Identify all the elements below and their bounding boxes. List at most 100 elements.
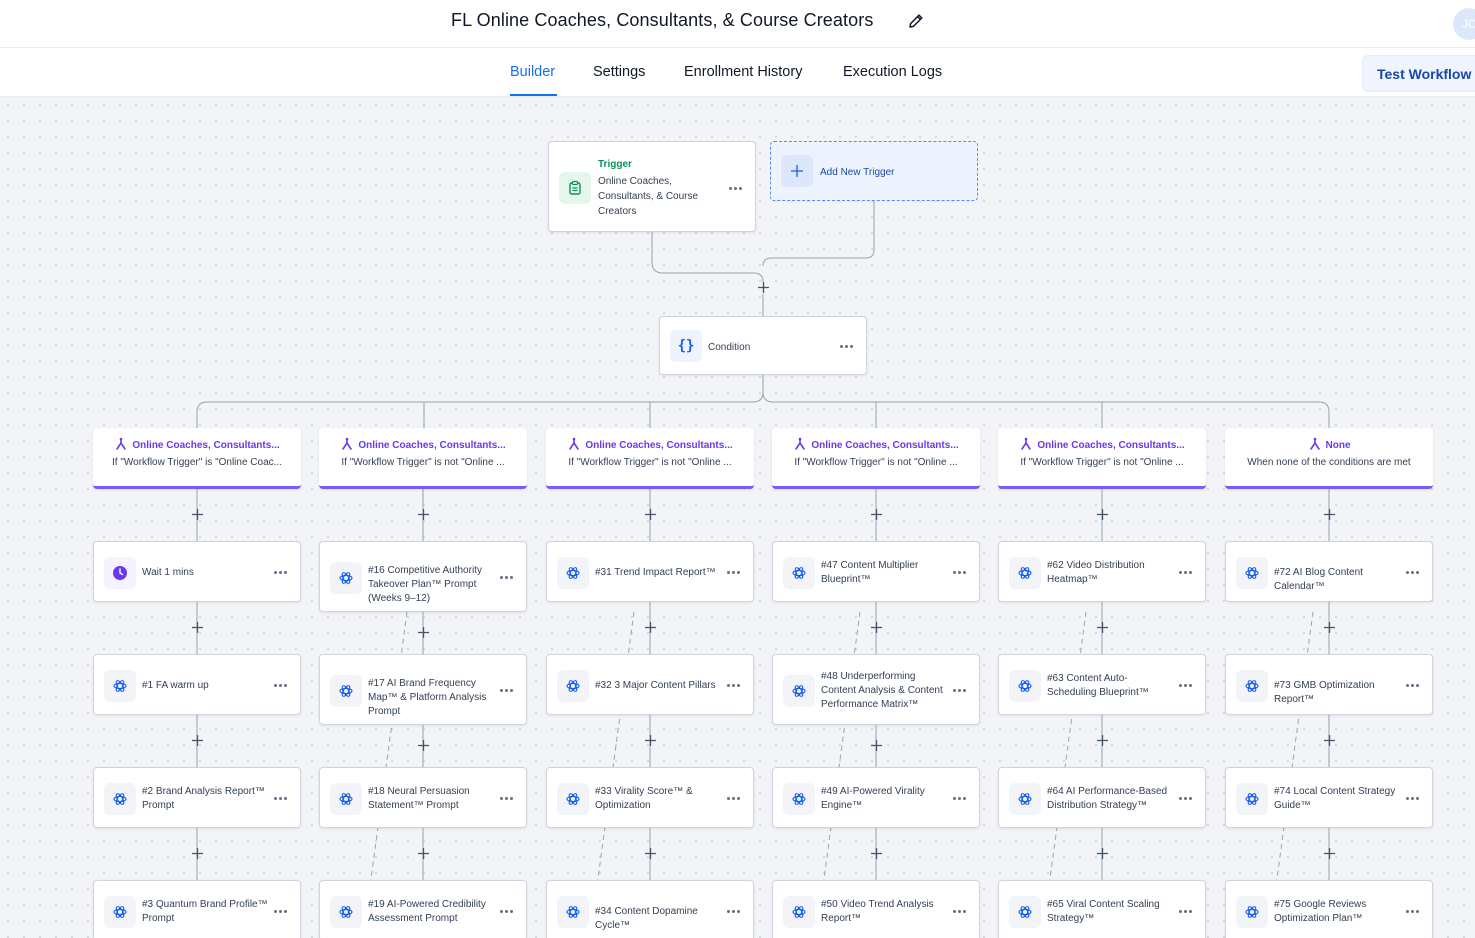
wait-action-node[interactable]: Wait 1 mins — [93, 541, 301, 602]
tab-builder[interactable]: Builder — [510, 64, 555, 80]
add-step-plus-icon[interactable] — [418, 848, 429, 859]
more-options-icon[interactable] — [500, 689, 514, 693]
trigger-node[interactable]: Trigger Online Coaches, Consultants, & C… — [548, 141, 756, 232]
more-options-icon[interactable] — [727, 910, 741, 914]
action-node[interactable]: #2 Brand Analysis Report™ Prompt — [93, 767, 301, 828]
tab-execution-logs[interactable]: Execution Logs — [843, 64, 942, 80]
add-step-plus-icon[interactable] — [1097, 848, 1108, 859]
branch-node[interactable]: Online Coaches, Consultants... If "Workfl… — [546, 428, 754, 489]
action-node[interactable]: #1 FA warm up — [93, 654, 301, 715]
more-options-icon[interactable] — [729, 187, 743, 191]
action-node[interactable]: #65 Viral Content Scaling Strategy™ — [998, 880, 1206, 938]
branch-node[interactable]: Online Coaches, Consultants... If "Workfl… — [319, 428, 527, 489]
branch-node[interactable]: None When none of the conditions are met — [1225, 428, 1433, 489]
more-options-icon[interactable] — [953, 910, 967, 914]
add-step-plus-icon[interactable] — [1324, 622, 1335, 633]
add-step-plus-icon[interactable] — [871, 740, 882, 751]
action-node[interactable]: #64 AI Performance-Based Distribution St… — [998, 767, 1206, 828]
add-step-plus-icon[interactable] — [1097, 622, 1108, 633]
more-options-icon[interactable] — [840, 345, 854, 349]
action-node[interactable]: #75 Google Reviews Optimization Plan™ — [1225, 880, 1433, 938]
action-node[interactable]: #31 Trend Impact Report™ — [546, 541, 754, 602]
more-options-icon[interactable] — [1179, 910, 1193, 914]
action-node[interactable]: #17 AI Brand Frequency Map™ & Platform A… — [319, 654, 527, 725]
action-node[interactable]: #16 Competitive Authority Takeover Plan™… — [319, 541, 527, 612]
openai-icon — [104, 896, 136, 928]
more-options-icon[interactable] — [274, 797, 288, 801]
action-node[interactable]: #63 Content Auto-Scheduling Blueprint™ — [998, 654, 1206, 715]
more-options-icon[interactable] — [500, 910, 514, 914]
more-options-icon[interactable] — [727, 571, 741, 575]
add-step-plus-icon[interactable] — [871, 509, 882, 520]
user-avatar[interactable]: JC — [1453, 8, 1475, 40]
test-workflow-button[interactable]: Test Workflow — [1362, 55, 1475, 92]
more-options-icon[interactable] — [1179, 571, 1193, 575]
add-step-plus-icon[interactable] — [192, 735, 203, 746]
more-options-icon[interactable] — [727, 797, 741, 801]
add-step-plus-icon[interactable] — [645, 622, 656, 633]
add-step-plus-icon[interactable] — [871, 622, 882, 633]
add-step-plus-icon[interactable] — [192, 509, 203, 520]
branch-node[interactable]: Online Coaches, Consultants... If "Workfl… — [93, 428, 301, 489]
more-options-icon[interactable] — [727, 684, 741, 688]
add-step-plus-icon[interactable] — [1324, 509, 1335, 520]
action-node[interactable]: #18 Neural Persuasion Statement™ Prompt — [319, 767, 527, 828]
action-label: #64 AI Performance-Based Distribution St… — [1047, 786, 1168, 811]
more-options-icon[interactable] — [274, 910, 288, 914]
add-step-plus-icon[interactable] — [418, 509, 429, 520]
action-node[interactable]: #3 Quantum Brand Profile™ Prompt — [93, 880, 301, 938]
add-step-plus-icon[interactable] — [645, 735, 656, 746]
more-options-icon[interactable] — [500, 797, 514, 801]
more-options-icon[interactable] — [953, 797, 967, 801]
branch-node[interactable]: Online Coaches, Consultants... If "Workfl… — [998, 428, 1206, 489]
add-step-plus-icon[interactable] — [1324, 848, 1335, 859]
add-step-plus-icon[interactable] — [418, 627, 429, 638]
add-new-trigger-button[interactable]: Add New Trigger — [770, 141, 978, 201]
action-label: #34 Content Dopamine Cycle™ — [595, 906, 698, 931]
more-options-icon[interactable] — [1179, 684, 1193, 688]
action-node[interactable]: #72 AI Blog Content Calendar™ — [1225, 541, 1433, 602]
tab-enrollment-history[interactable]: Enrollment History — [684, 64, 802, 80]
more-options-icon[interactable] — [1406, 797, 1420, 801]
add-step-plus-icon[interactable] — [1097, 509, 1108, 520]
action-node[interactable]: #32 3 Major Content Pillars — [546, 654, 754, 715]
action-label: #2 Brand Analysis Report™ Prompt — [142, 786, 265, 811]
action-node[interactable]: #50 Video Trend Analysis Report™ — [772, 880, 980, 938]
action-node[interactable]: #74 Local Content Strategy Guide™ — [1225, 767, 1433, 828]
condition-node[interactable]: {} Condition — [659, 316, 867, 375]
add-step-plus-icon[interactable] — [871, 848, 882, 859]
action-node[interactable]: #47 Content Multiplier Blueprint™ — [772, 541, 980, 602]
more-options-icon[interactable] — [274, 571, 288, 575]
add-step-plus-icon[interactable] — [758, 282, 769, 293]
add-trigger-label: Add New Trigger — [820, 167, 895, 178]
action-label: #75 Google Reviews Optimization Plan™ — [1274, 899, 1367, 924]
more-options-icon[interactable] — [1406, 684, 1420, 688]
action-node[interactable]: #33 Virality Score™ & Optimization — [546, 767, 754, 828]
more-options-icon[interactable] — [500, 576, 514, 580]
add-step-plus-icon[interactable] — [645, 848, 656, 859]
add-step-plus-icon[interactable] — [1324, 735, 1335, 746]
more-options-icon[interactable] — [1406, 571, 1420, 575]
action-node[interactable]: #73 GMB Optimization Report™ — [1225, 654, 1433, 715]
openai-icon — [557, 557, 589, 589]
branch-icon — [1308, 437, 1326, 451]
action-node[interactable]: #62 Video Distribution Heatmap™ — [998, 541, 1206, 602]
add-step-plus-icon[interactable] — [192, 848, 203, 859]
action-node[interactable]: #49 AI-Powered Virality Engine™ — [772, 767, 980, 828]
add-step-plus-icon[interactable] — [1097, 735, 1108, 746]
more-options-icon[interactable] — [953, 571, 967, 575]
more-options-icon[interactable] — [274, 684, 288, 688]
more-options-icon[interactable] — [953, 689, 967, 693]
add-step-plus-icon[interactable] — [645, 509, 656, 520]
tab-settings[interactable]: Settings — [593, 64, 645, 80]
action-node[interactable]: #34 Content Dopamine Cycle™ — [546, 880, 754, 938]
add-step-plus-icon[interactable] — [418, 740, 429, 751]
branch-node[interactable]: Online Coaches, Consultants... If "Workfl… — [772, 428, 980, 489]
clipboard-icon — [559, 172, 591, 204]
action-node[interactable]: #19 AI-Powered Credibility Assessment Pr… — [319, 880, 527, 938]
action-node[interactable]: #48 Underperforming Content Analysis & C… — [772, 654, 980, 725]
edit-pencil-icon[interactable] — [906, 11, 926, 31]
more-options-icon[interactable] — [1179, 797, 1193, 801]
add-step-plus-icon[interactable] — [192, 622, 203, 633]
more-options-icon[interactable] — [1406, 910, 1420, 914]
